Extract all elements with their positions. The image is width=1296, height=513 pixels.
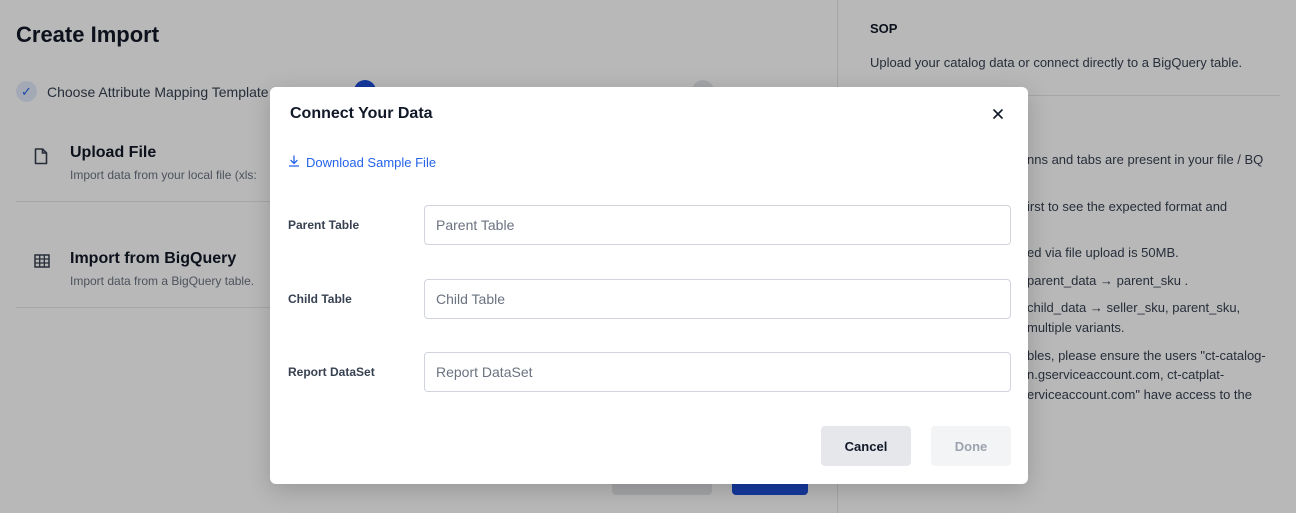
close-button[interactable] <box>986 103 1010 127</box>
cancel-button[interactable]: Cancel <box>821 426 911 466</box>
child-table-label: Child Table <box>288 292 352 306</box>
download-icon <box>288 155 300 170</box>
report-dataset-input[interactable] <box>424 352 1011 392</box>
report-dataset-label: Report DataSet <box>288 365 375 379</box>
close-icon <box>993 106 1003 124</box>
parent-table-input[interactable] <box>424 205 1011 245</box>
download-sample-label: Download Sample File <box>306 155 437 170</box>
done-button[interactable]: Done <box>931 426 1011 466</box>
connect-data-dialog: Connect Your Data Download Sample File P… <box>270 87 1028 484</box>
dialog-title: Connect Your Data <box>290 105 433 122</box>
child-table-input[interactable] <box>424 279 1011 319</box>
download-sample-link[interactable]: Download Sample File <box>288 155 436 170</box>
parent-table-label: Parent Table <box>288 218 360 232</box>
